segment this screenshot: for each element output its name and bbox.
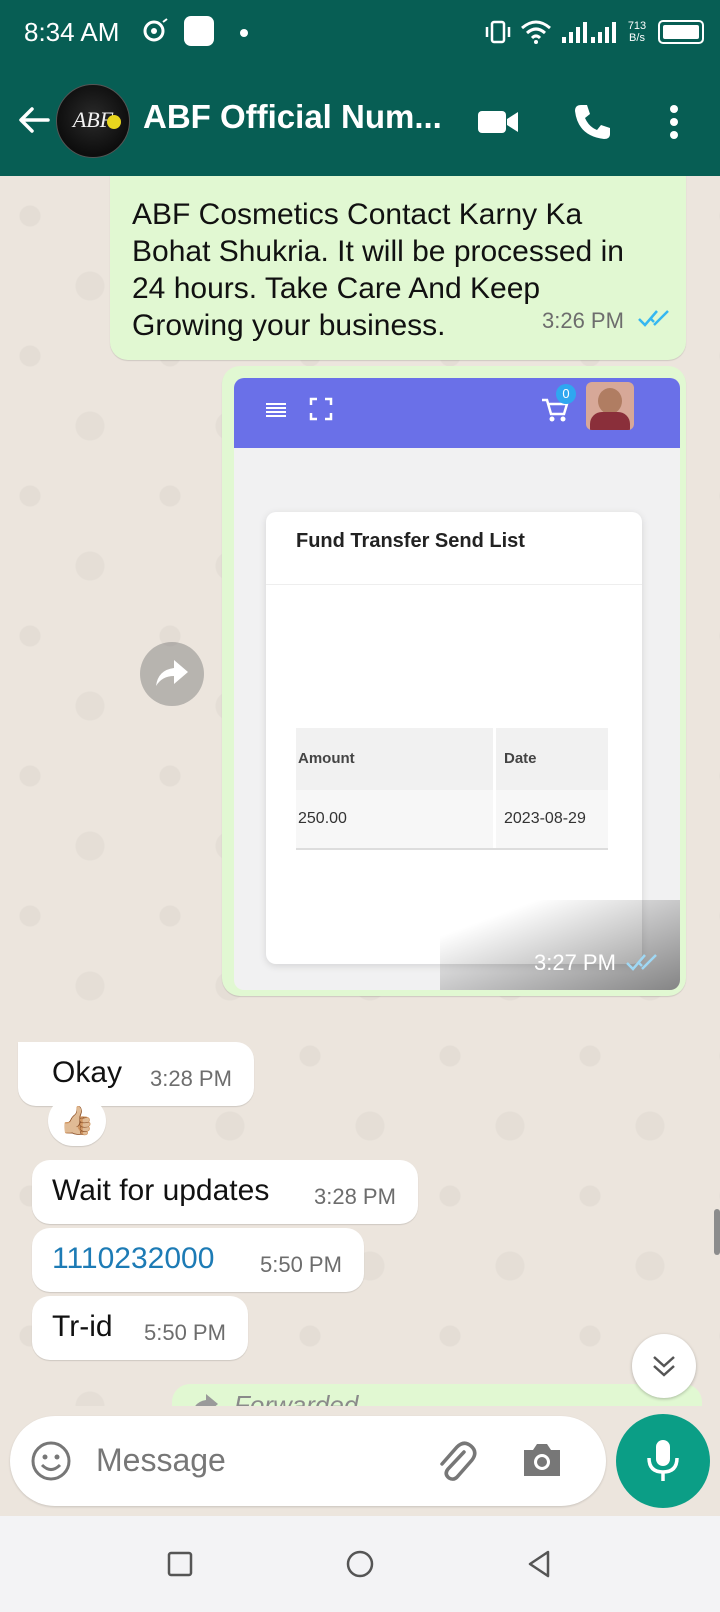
contact-name[interactable]: ABF Official Num... bbox=[143, 98, 453, 136]
table-header: Amount Date bbox=[296, 728, 608, 791]
fund-transfer-card: Fund Transfer Send List Amount Date 250.… bbox=[266, 512, 642, 964]
message-input[interactable]: Message bbox=[10, 1416, 606, 1506]
image-screenshot[interactable]: 0 Fund Transfer Send List Amount Date 25… bbox=[234, 378, 680, 990]
message-bubble-incoming[interactable]: Okay 3:28 PM bbox=[18, 1042, 254, 1106]
scroll-to-bottom-button[interactable] bbox=[632, 1334, 696, 1398]
net-speed-unit: B/s bbox=[629, 32, 645, 44]
fullscreen-icon bbox=[309, 397, 333, 421]
phone-icon[interactable] bbox=[570, 100, 614, 144]
vibrate-icon bbox=[485, 20, 511, 44]
forwarded-label: Forwarded bbox=[234, 1390, 359, 1406]
read-receipt-icon bbox=[626, 954, 657, 971]
message-time: 3:27 PM bbox=[534, 950, 616, 975]
phone-number-link[interactable]: 1110232000 bbox=[52, 1240, 214, 1277]
message-time: 5:50 PM bbox=[144, 1320, 226, 1345]
scrollbar-thumb[interactable] bbox=[714, 1209, 720, 1255]
status-right-cluster: 713 B/s bbox=[484, 14, 704, 50]
forwarded-icon bbox=[195, 1394, 218, 1406]
table-cell-amount: 250.00 bbox=[298, 810, 347, 827]
menu-icon bbox=[266, 403, 286, 417]
system-navigation-bar bbox=[0, 1516, 720, 1612]
notification-icon bbox=[143, 18, 168, 42]
avatar-logo-dot bbox=[107, 115, 121, 129]
wifi-icon bbox=[521, 20, 551, 44]
card-title: Fund Transfer Send List bbox=[296, 530, 525, 552]
cart-badge: 0 bbox=[556, 384, 576, 404]
message-time: 3:28 PM bbox=[150, 1066, 232, 1091]
message-bubble-outgoing[interactable]: ABF Cosmetics Contact Karny Ka Bohat Shu… bbox=[110, 176, 686, 360]
message-text: Okay bbox=[52, 1056, 123, 1089]
more-vert-icon[interactable] bbox=[654, 100, 694, 144]
message-bubble-outgoing-partial[interactable]: Forwarded bbox=[172, 1384, 702, 1406]
signal-icon bbox=[562, 22, 616, 43]
message-time: 3:26 PM bbox=[542, 308, 624, 333]
message-bubble-incoming[interactable]: Wait for updates 3:28 PM bbox=[32, 1160, 418, 1224]
table-row: 250.00 2023-08-29 bbox=[296, 790, 608, 850]
status-bar: 8:34 AM 713 B/s bbox=[0, 0, 720, 66]
image-app-header: 0 bbox=[234, 378, 680, 448]
avatar[interactable]: ABF bbox=[56, 84, 130, 158]
share-arrow-icon bbox=[156, 660, 188, 686]
attach-icon[interactable] bbox=[434, 1438, 478, 1484]
camera-icon[interactable] bbox=[520, 1440, 564, 1480]
emoji-icon[interactable] bbox=[30, 1440, 72, 1482]
chat-header: ABF ABF Official Num... bbox=[0, 66, 720, 176]
image-time-scrim bbox=[440, 900, 680, 990]
back-nav-icon[interactable] bbox=[520, 1544, 560, 1584]
app-icon bbox=[184, 16, 214, 46]
net-speed-value: 713 bbox=[627, 20, 647, 32]
read-receipt-icon bbox=[638, 310, 669, 327]
recent-apps-icon[interactable] bbox=[160, 1544, 200, 1584]
message-bubble-incoming[interactable]: 1110232000 5:50 PM bbox=[32, 1228, 364, 1292]
mic-icon bbox=[647, 1440, 679, 1481]
message-text: Tr-id bbox=[52, 1310, 113, 1343]
image-message-outgoing[interactable]: 0 Fund Transfer Send List Amount Date 25… bbox=[222, 366, 686, 996]
table-cell-date: 2023-08-29 bbox=[504, 810, 586, 827]
forward-share-button[interactable] bbox=[140, 642, 204, 706]
message-placeholder: Message bbox=[96, 1442, 226, 1478]
video-call-icon[interactable] bbox=[476, 100, 520, 144]
home-icon[interactable] bbox=[340, 1544, 380, 1584]
card-divider bbox=[266, 584, 642, 585]
reaction-badge[interactable]: 👍🏼 bbox=[48, 1096, 106, 1146]
net-speed: 713 B/s bbox=[624, 20, 650, 44]
message-text: Wait for updates bbox=[52, 1174, 270, 1207]
back-arrow-icon[interactable] bbox=[14, 100, 54, 140]
status-time: 8:34 AM bbox=[24, 17, 120, 47]
double-chevron-down-icon bbox=[653, 1356, 675, 1377]
composer-bar: Message bbox=[0, 1406, 720, 1516]
battery-icon bbox=[658, 20, 704, 44]
notification-dot-icon bbox=[240, 29, 248, 37]
chat-area[interactable]: ABF Cosmetics Contact Karny Ka Bohat Shu… bbox=[0, 176, 720, 1406]
message-time: 3:28 PM bbox=[314, 1184, 396, 1209]
message-bubble-incoming[interactable]: Tr-id 5:50 PM bbox=[32, 1296, 248, 1360]
profile-photo bbox=[586, 382, 634, 430]
voice-record-button[interactable] bbox=[616, 1414, 710, 1508]
table-header-amount: Amount bbox=[298, 750, 355, 767]
message-time: 5:50 PM bbox=[260, 1252, 342, 1277]
table-header-date: Date bbox=[504, 750, 537, 767]
